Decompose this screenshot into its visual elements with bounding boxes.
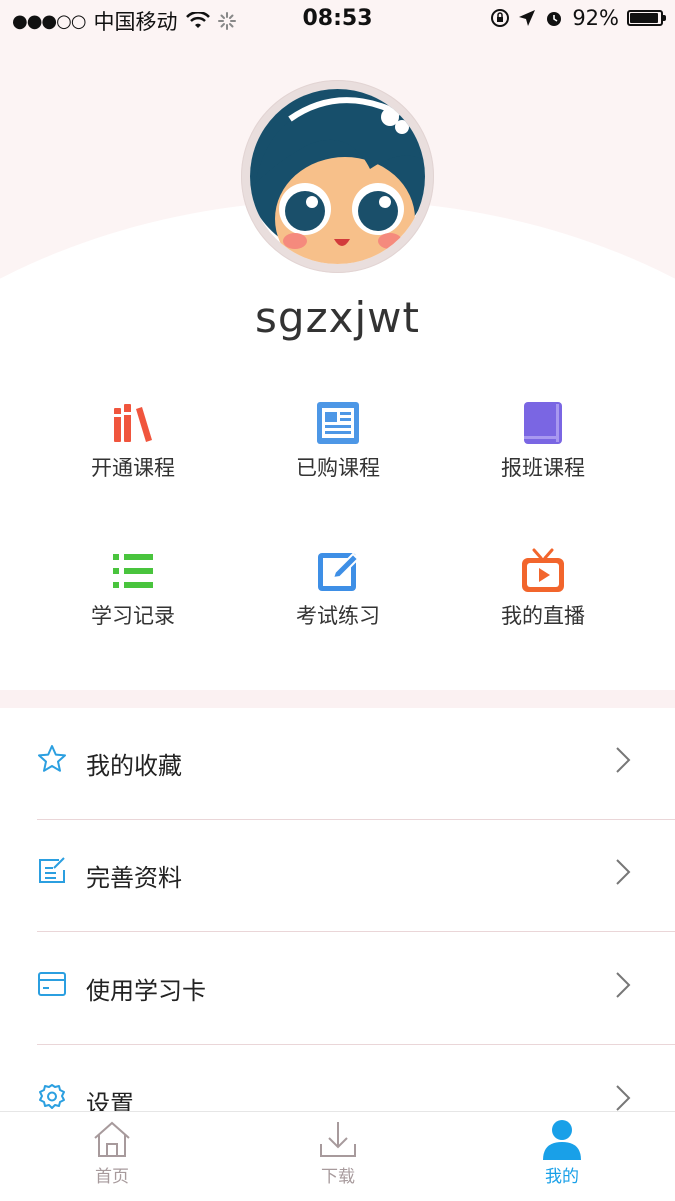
edit-icon xyxy=(315,548,361,594)
star-icon xyxy=(38,745,66,772)
menu-item-study-card[interactable]: 使用学习卡 xyxy=(0,933,675,1045)
grid-item-label: 已购课程 xyxy=(296,456,380,480)
home-icon xyxy=(91,1118,133,1160)
tab-download[interactable]: 下载 xyxy=(278,1118,398,1187)
grid-item-label: 考试练习 xyxy=(296,604,380,628)
gear-icon xyxy=(39,1084,65,1109)
grid-item-my-live[interactable]: 我的直播 xyxy=(443,548,643,630)
chevron-right-icon xyxy=(616,859,631,885)
tab-bar: 首页 下载 我的 xyxy=(0,1111,675,1201)
bookshelf-icon xyxy=(110,400,156,446)
orientation-lock-icon xyxy=(491,9,510,27)
document-icon xyxy=(315,400,361,446)
chevron-right-icon xyxy=(616,747,631,773)
tab-label: 我的 xyxy=(545,1167,579,1187)
tab-home[interactable]: 首页 xyxy=(52,1118,172,1187)
grid-item-label: 报班课程 xyxy=(501,456,585,480)
menu-item-label: 完善资料 xyxy=(86,864,182,892)
divider xyxy=(37,1044,675,1045)
username: sgzxjwt xyxy=(255,293,420,342)
battery-percent: 92% xyxy=(572,6,619,30)
tab-mine[interactable]: 我的 xyxy=(502,1118,622,1187)
battery-fill xyxy=(630,13,658,23)
grid-item-purchased-courses[interactable]: 已购课程 xyxy=(238,400,438,482)
avatar[interactable] xyxy=(241,80,434,273)
tv-icon xyxy=(520,548,566,594)
battery-icon xyxy=(627,10,666,26)
menu-item-label: 我的收藏 xyxy=(86,752,182,780)
grid-item-class-courses[interactable]: 报班课程 xyxy=(443,400,643,482)
grid-item-study-records[interactable]: 学习记录 xyxy=(33,548,233,630)
list-icon xyxy=(110,548,156,594)
divider xyxy=(37,931,675,932)
tab-label: 首页 xyxy=(95,1167,129,1187)
book-icon xyxy=(520,400,566,446)
avatar-image xyxy=(250,89,425,264)
section-divider-band xyxy=(0,690,675,708)
grid-item-open-courses[interactable]: 开通课程 xyxy=(33,400,233,482)
download-icon xyxy=(317,1118,359,1160)
grid-item-label: 开通课程 xyxy=(91,456,175,480)
location-arrow-icon xyxy=(519,10,536,26)
grid-item-label: 学习记录 xyxy=(91,604,175,628)
chevron-right-icon xyxy=(616,1085,631,1111)
menu-item-favorites[interactable]: 我的收藏 xyxy=(0,708,675,820)
profile-edit-icon xyxy=(39,857,65,883)
status-bar: ●●●○○ 中国移动 08:53 92% xyxy=(0,0,675,38)
card-icon xyxy=(38,972,66,996)
tab-label: 下载 xyxy=(321,1167,355,1187)
alarm-icon xyxy=(547,12,562,26)
menu-item-complete-profile[interactable]: 完善资料 xyxy=(0,820,675,932)
menu-item-label: 使用学习卡 xyxy=(86,977,206,1005)
grid-item-exam-practice[interactable]: 考试练习 xyxy=(238,548,438,630)
chevron-right-icon xyxy=(616,972,631,998)
user-icon xyxy=(541,1118,583,1160)
grid-item-label: 我的直播 xyxy=(501,604,585,628)
